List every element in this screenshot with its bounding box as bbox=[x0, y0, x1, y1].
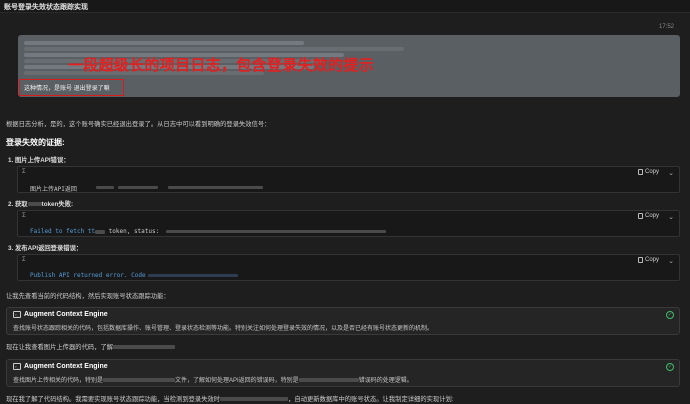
assistant-transition: 让我先查看当前的代码结构，然后实现账号状态跟踪功能： bbox=[6, 293, 170, 300]
sigma-icon: Σ bbox=[22, 169, 26, 175]
code-block-2: Σ Copy ⌄ Failed to fetch tt token, statu… bbox=[17, 210, 680, 237]
copy-button[interactable]: Copy bbox=[637, 213, 659, 219]
evidence-2-label: 2. 获取 token失败: bbox=[8, 199, 73, 208]
redacted-code bbox=[118, 186, 158, 189]
copy-label: Copy bbox=[644, 257, 659, 263]
code-block-1: Σ Copy ⌄ 图片上传API返回 bbox=[17, 166, 680, 193]
evidence-2-label-prefix: 2. 获取 bbox=[8, 201, 28, 208]
redacted-code bbox=[166, 230, 386, 233]
tool-call-description: 查找图片上传相关的代码，特别是 文件，了解如何处理API返回的错误码，特别是 错误码… bbox=[13, 375, 413, 384]
redacted-text bbox=[113, 345, 176, 350]
user-message-text: 这种情况，是账号 退出登录了嘛 bbox=[24, 86, 110, 92]
copy-label: Copy bbox=[644, 213, 659, 219]
message-timestamp: 17:52 bbox=[658, 24, 674, 30]
between-tools-text: 现在让我查看图片上传器的代码，了解 bbox=[6, 344, 114, 351]
tool-desc-prefix: 查找图片上传相关的代码，特别是 bbox=[13, 378, 104, 384]
final-prefix: 现在我了解了代码结构。我需要实现账号状态跟踪功能，当检测到登录失效时 bbox=[6, 396, 221, 403]
assistant-final: 现在我了解了代码结构。我需要实现账号状态跟踪功能，当检测到登录失效时 ，自动更新数… bbox=[6, 394, 454, 403]
assistant-intro: 根据日志分析，是的，这个账号确实已经退出登录了。从日志中可以看到明确的登录失效信… bbox=[6, 121, 271, 128]
chevron-icon[interactable]: ⌄ bbox=[668, 169, 674, 177]
tool-call-description: 查找账号状态跟踪相关的代码，包括数据库操作、账号管理、登录状态检测等功能。特别关… bbox=[13, 326, 434, 332]
copy-button[interactable]: Copy bbox=[637, 169, 659, 175]
tool-call-name: Augment Context Engine bbox=[24, 311, 108, 318]
redacted-log-line bbox=[24, 41, 304, 45]
tool-call-title: ›_ Augment Context Engine bbox=[13, 363, 108, 370]
check-icon: ✓ bbox=[666, 363, 674, 371]
redacted-text bbox=[298, 378, 359, 383]
user-message-bubble: 一段超级长的项目日志，包含登录失效的提示 这种情况，是账号 退出登录了嘛 bbox=[18, 35, 680, 97]
redacted-code bbox=[168, 186, 263, 189]
evidence-3-label: 3. 发布API返回登录错误： bbox=[8, 245, 83, 252]
redacted-text bbox=[103, 378, 176, 383]
assistant-between-tools: 现在让我查看图片上传器的代码，了解 bbox=[6, 342, 176, 351]
sigma-icon: Σ bbox=[22, 213, 26, 219]
code-line: Publish API returned error. Code bbox=[30, 272, 146, 279]
redacted-text bbox=[27, 202, 42, 207]
code-rest: token, status: bbox=[108, 228, 160, 235]
evidence-1-label: 1. 图片上传API错误： bbox=[8, 157, 70, 164]
tool-call-name: Augment Context Engine bbox=[24, 363, 108, 370]
chevron-icon[interactable]: ⌄ bbox=[668, 257, 674, 265]
window-title: 账号登录失效状态跟踪实现 bbox=[0, 0, 690, 13]
code-block-3: Σ Copy ⌄ Publish API returned error. Cod… bbox=[17, 254, 680, 281]
copy-icon bbox=[637, 169, 643, 175]
copy-button[interactable]: Copy bbox=[637, 257, 659, 263]
code-line: 图片上传API返回 bbox=[30, 186, 77, 193]
check-icon: ✓ bbox=[666, 311, 674, 319]
sigma-icon: Σ bbox=[22, 257, 26, 263]
copy-icon bbox=[637, 257, 643, 263]
tool-desc-suffix: 错误码的处理逻辑。 bbox=[358, 378, 413, 384]
tool-call-card[interactable]: ›_ Augment Context Engine 查找账号状态跟踪相关的代码，… bbox=[6, 307, 680, 335]
code-keyword: Failed to fetch tt bbox=[30, 228, 96, 235]
redacted-code bbox=[148, 274, 238, 277]
code-line: Failed to fetch tt token, status: bbox=[30, 228, 159, 235]
redacted-code bbox=[96, 186, 114, 189]
evidence-2-label-suffix: token失败: bbox=[41, 201, 74, 208]
copy-icon bbox=[637, 213, 643, 219]
annotation-label: 一段超级长的项目日志，包含登录失效的提示 bbox=[68, 57, 375, 74]
evidence-heading: 登录失效的证据: bbox=[6, 138, 65, 147]
redacted-text bbox=[220, 397, 289, 402]
redacted-log-line bbox=[24, 47, 404, 51]
context-engine-icon: ›_ bbox=[13, 311, 21, 318]
redacted-code bbox=[95, 229, 106, 234]
chevron-icon[interactable]: ⌄ bbox=[668, 213, 674, 221]
tool-call-card[interactable]: ›_ Augment Context Engine 查找图片上传相关的代码，特别… bbox=[6, 359, 680, 387]
tool-desc-mid: 文件，了解如何处理API返回的错误码，特别是 bbox=[175, 378, 299, 384]
tool-call-title: ›_ Augment Context Engine bbox=[13, 311, 108, 318]
copy-label: Copy bbox=[644, 169, 659, 175]
final-suffix: ，自动更新数据库中的账号状态。让我制定详细的实现计划: bbox=[288, 396, 454, 403]
context-engine-icon: ›_ bbox=[13, 363, 21, 370]
